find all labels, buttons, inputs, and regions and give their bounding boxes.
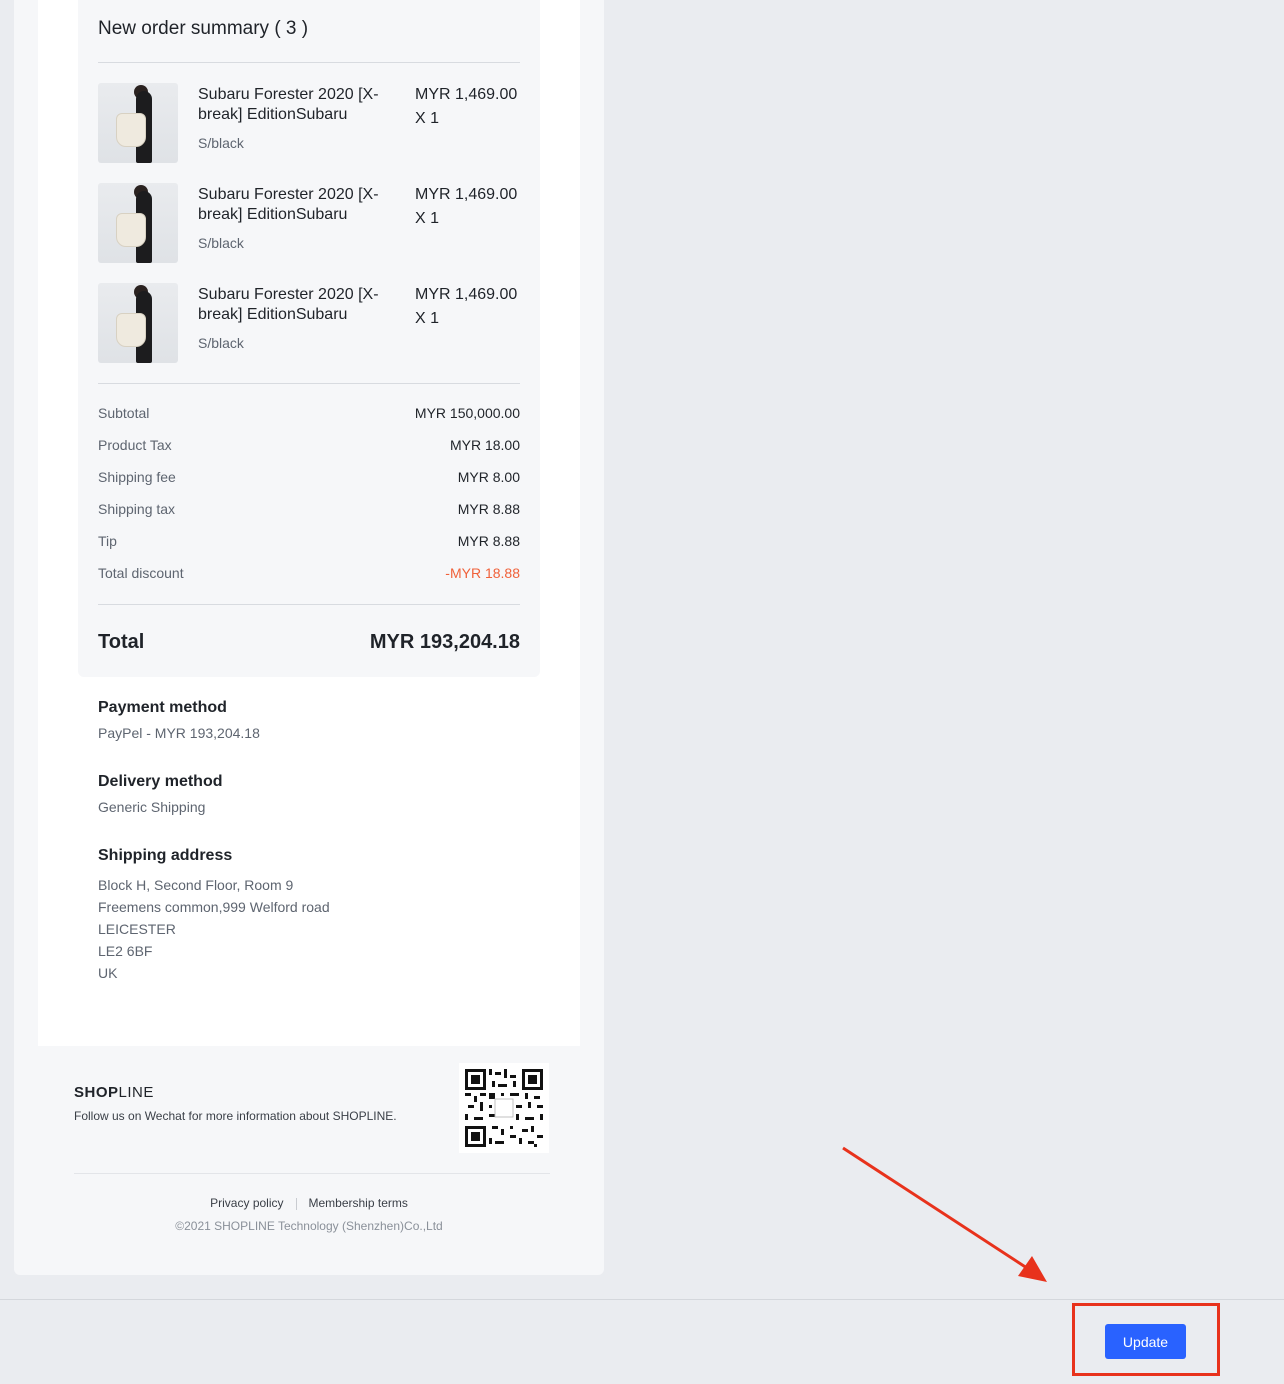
row-label: Shipping fee [98,469,176,485]
product-name: Subaru Forester 2020 [X-break] EditionSu… [198,186,379,223]
total-label: Total [98,631,145,653]
total-value: MYR 193,204.18 [369,631,520,653]
row-value: MYR 18.00 [449,437,520,453]
subtotal-row: Subtotal MYR 150,000.00 [98,405,520,425]
shopline-logo: SHOPLINE [74,1084,154,1101]
product-quantity: X 1 [415,210,440,227]
product-variant: S/black [198,235,244,251]
address-line: LEICESTER [98,921,176,937]
link-separator [295,1197,297,1210]
divider [98,62,520,63]
footer-links: Privacy policy Membership terms [14,1196,604,1210]
payment-method-value: PayPel - MYR 193,204.18 [98,725,260,741]
shipping-tax-row: Shipping tax MYR 8.88 [98,501,520,521]
product-price: MYR 1,469.00 [415,186,518,203]
wechat-qr-code [459,1063,549,1153]
action-bar-divider [0,1299,1284,1300]
order-summary-title: New order summary ( 3 ) [98,18,309,39]
copyright-text: ©2021 SHOPLINE Technology (Shenzhen)Co.,… [175,1219,443,1233]
row-value: MYR 8.88 [457,533,520,549]
address-line: Block H, Second Floor, Room 9 [98,877,294,893]
logo-bold: SHOP [74,1084,119,1101]
payment-method-title: Payment method [98,699,227,716]
divider [98,383,520,384]
divider [98,604,520,605]
product-variant: S/black [198,335,244,351]
product-name: Subaru Forester 2020 [X-break] EditionSu… [198,286,379,323]
row-label: Product Tax [98,437,172,453]
address-line: UK [98,965,118,981]
row-value: MYR 150,000.00 [414,405,520,421]
product-thumbnail [98,283,178,363]
product-thumbnail [98,83,178,163]
delivery-method-value: Generic Shipping [98,799,206,815]
product-name: Subaru Forester 2020 [X-break] EditionSu… [198,86,379,123]
tip-row: Tip MYR 8.88 [98,533,520,553]
qr-code-icon [465,1069,543,1147]
row-label: Tip [98,533,117,549]
product-thumbnail [98,183,178,263]
product-variant: S/black [198,135,244,151]
shipping-address: Block H, Second Floor, Room 9 Freemens c… [98,874,330,984]
product-price: MYR 1,469.00 [415,86,518,103]
logo-thin: LINE [118,1084,154,1101]
address-line: LE2 6BF [98,943,153,959]
delivery-method-title: Delivery method [98,773,223,790]
row-label: Shipping tax [98,501,176,517]
footer-divider [74,1173,550,1174]
annotation-highlight-box [1072,1303,1220,1376]
order-item: Subaru Forester 2020 [X-break] EditionSu… [98,283,520,363]
product-price: MYR 1,469.00 [415,286,518,303]
total-discount-row: Total discount -MYR 18.88 [98,565,520,585]
product-quantity: X 1 [415,110,440,127]
product-tax-row: Product Tax MYR 18.00 [98,437,520,457]
order-item: Subaru Forester 2020 [X-break] EditionSu… [98,183,520,263]
wechat-follow-text: Follow us on Wechat for more information… [74,1109,397,1123]
product-quantity: X 1 [415,310,440,327]
address-line: Freemens common,999 Welford road [98,899,330,915]
membership-terms-link[interactable]: Membership terms [309,1196,408,1210]
shipping-address-title: Shipping address [98,847,233,864]
order-item: Subaru Forester 2020 [X-break] EditionSu… [98,83,520,163]
row-value: MYR 8.00 [457,469,520,485]
discount-value: -MYR 18.88 [445,565,520,581]
row-value: MYR 8.88 [457,501,520,517]
privacy-policy-link[interactable]: Privacy policy [210,1196,283,1210]
shipping-fee-row: Shipping fee MYR 8.00 [98,469,520,489]
row-label: Subtotal [98,405,150,421]
row-label: Total discount [98,565,184,581]
